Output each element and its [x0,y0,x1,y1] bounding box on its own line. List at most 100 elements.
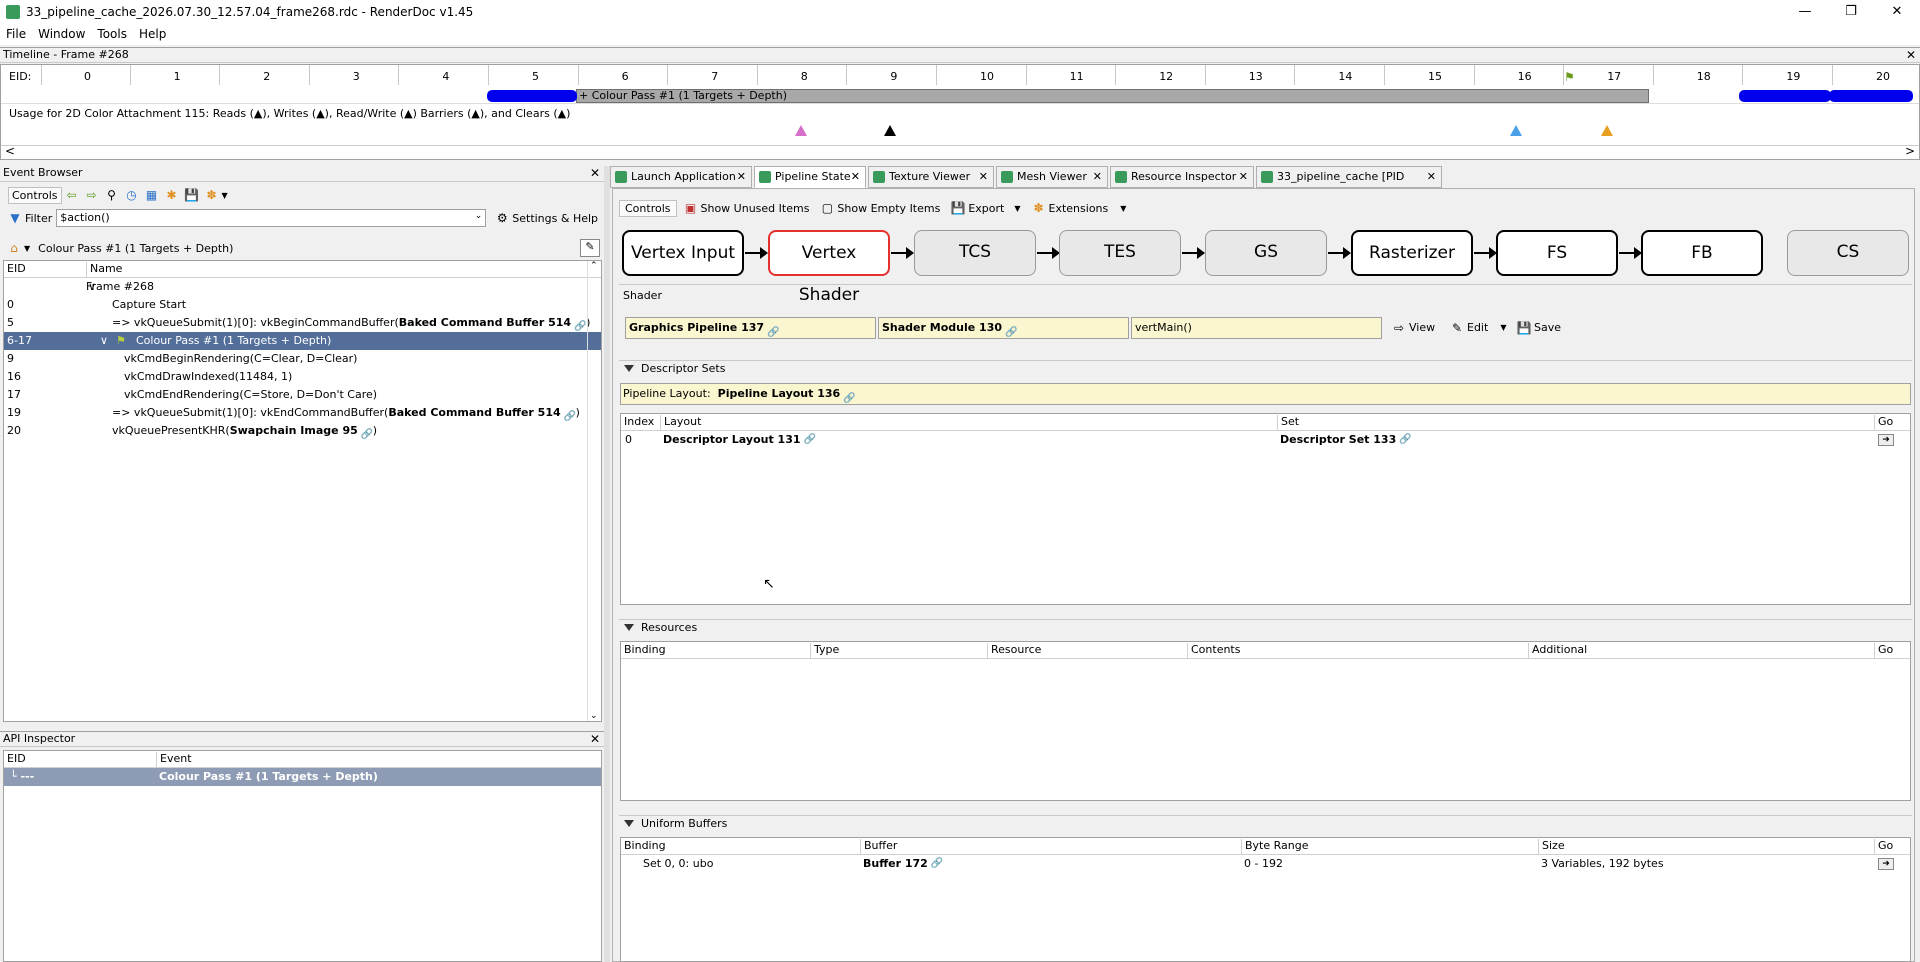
event-row[interactable]: ∨ Frame #268 [4,278,601,296]
statistics-icon[interactable]: ▦ [144,187,160,203]
breadcrumb-item[interactable]: Colour Pass #1 (1 Targets + Depth) [38,242,233,255]
close-icon[interactable]: ✕ [1239,167,1248,187]
event-row[interactable]: 20 vkQueuePresentKHR(Swapchain Image 95 🔗) [4,422,601,440]
tab-mesh-viewer[interactable]: Mesh Viewer ✕ [996,166,1108,188]
write-marker[interactable] [1510,125,1522,136]
show-empty-button[interactable]: Show Empty Items [837,202,940,215]
menu-help[interactable]: Help [133,27,172,41]
scroll-right-icon[interactable]: > [1905,144,1915,158]
resources-header[interactable]: Resources [619,619,1912,635]
pipeline-layout-field[interactable]: Pipeline Layout: Pipeline Layout 136 🔗 [620,383,1911,405]
controls-button[interactable]: Controls [8,186,62,204]
menu-tools[interactable]: Tools [91,27,133,41]
controls-button[interactable]: Controls [619,199,677,217]
event-row[interactable]: 5 => vkQueueSubmit(1)[0]: vkBeginCommandB… [4,314,601,332]
col-eid[interactable]: EID [4,752,26,767]
clear-marker[interactable] [884,125,896,136]
read-marker[interactable] [1601,125,1613,136]
stage-vertex-input[interactable]: Vertex Input [622,230,744,276]
view-button[interactable]: ⇨ View [1389,319,1435,337]
chevron-down-icon[interactable]: ▼ [1120,204,1126,213]
event-row[interactable]: 9 vkCmdBeginRendering(C=Clear, D=Clear) [4,350,601,368]
table-row[interactable]: 0 Descriptor Layout 131 🔗 Descriptor Set … [621,431,1910,449]
export-button[interactable]: Export [968,202,1004,215]
save-icon[interactable]: 💾 [184,187,200,203]
close-icon[interactable]: ✕ [979,167,988,187]
tab-pipeline-state[interactable]: Pipeline State ✕ [754,166,866,188]
descriptor-sets-table[interactable]: Index Layout Set Go 0 Descriptor Layout … [620,413,1911,605]
go-arrow-icon[interactable]: ➜ [1878,434,1894,446]
close-button[interactable]: ✕ [1874,0,1920,23]
edit-icon[interactable]: ✎ [580,239,600,257]
forward-arrow-icon[interactable]: ⇨ [84,187,100,203]
go-arrow-icon[interactable]: ➜ [1878,858,1894,870]
settings-help-button[interactable]: Settings & Help [512,212,598,225]
tab-launch-application[interactable]: Launch Application ✕ [610,166,752,188]
stage-fb[interactable]: FB [1641,230,1763,276]
col-eid[interactable]: EID [4,262,26,277]
event-row[interactable]: 16 vkCmdDrawIndexed(11484, 1) [4,368,601,386]
close-icon[interactable]: ✕ [851,167,860,187]
menu-window[interactable]: Window [32,27,91,41]
graphics-pipeline-field[interactable]: Graphics Pipeline 137 🔗 [625,317,876,339]
close-icon[interactable]: ✕ [590,732,600,746]
close-icon[interactable]: ✕ [1093,167,1102,187]
close-icon[interactable]: ✕ [590,166,600,180]
uniform-buffers-table[interactable]: Binding Buffer Byte Range Size Go Set 0,… [620,837,1911,962]
extensions-icon[interactable]: ✽ [204,187,220,203]
event-row[interactable]: 0 Capture Start [4,296,601,314]
stage-fs[interactable]: FS [1496,230,1618,276]
event-block[interactable] [487,90,577,102]
chevron-down-icon[interactable]: ▼ [1014,204,1020,213]
col-event[interactable]: Event [156,752,192,767]
event-row[interactable]: 17 vkCmdEndRendering(C=Store, D=Don't Car… [4,386,601,404]
timer-icon[interactable]: ◷ [124,187,140,203]
chevron-down-icon[interactable]: ▼ [222,191,228,200]
close-icon[interactable]: ✕ [1906,48,1916,62]
chevron-down-icon[interactable]: ▼ [24,244,30,253]
stage-gs[interactable]: GS [1205,230,1327,276]
stage-tes[interactable]: TES [1059,230,1181,276]
event-block[interactable] [1829,90,1913,102]
gear-icon[interactable]: ⚙ [494,210,510,226]
table-row[interactable]: └ --- Colour Pass #1 (1 Targets + Depth) [4,768,601,786]
table-row[interactable]: Set 0, 0: ubo Buffer 172 🔗 0 - 192 3 Vari… [621,855,1910,873]
event-tree-scrollbar[interactable]: ⌃ ⌄ [587,261,601,721]
menu-file[interactable]: File [0,27,32,41]
home-icon[interactable]: ⌂ [6,240,22,256]
save-button[interactable]: 💾 Save [1514,319,1562,337]
stage-vertex-shader[interactable]: Vertex Shader [768,230,890,305]
descriptor-sets-header[interactable]: Descriptor Sets [619,360,1912,376]
resources-table[interactable]: Binding Type Resource Contents Additiona… [620,641,1911,801]
event-row[interactable]: 19 => vkQueueSubmit(1)[0]: vkEndCommandBu… [4,404,601,422]
barrier-marker[interactable] [795,125,807,136]
tab-texture-viewer[interactable]: Texture Viewer ✕ [868,166,994,188]
chevron-down-icon[interactable]: ∨ [100,332,108,350]
shader-module-field[interactable]: Shader Module 130 🔗 [878,317,1129,339]
back-arrow-icon[interactable]: ⇦ [64,187,80,203]
api-inspector-table[interactable]: EID Event └ --- Colour Pass #1 (1 Target… [3,750,602,962]
close-icon[interactable]: ✕ [737,167,746,187]
stage-tcs[interactable]: TCS [914,230,1036,276]
scroll-left-icon[interactable]: < [5,144,15,158]
find-icon[interactable]: ⚲ [104,187,120,203]
stage-rasterizer[interactable]: Rasterizer [1351,230,1473,276]
show-unused-button[interactable]: Show Unused Items [701,202,810,215]
event-block[interactable] [1739,90,1831,102]
event-row[interactable]: 6-17 ∨ ⚑ Colour Pass #1 (1 Targets + Depth) [4,332,601,350]
restore-button[interactable]: ❐ [1828,0,1874,23]
entry-point-field[interactable]: vertMain() [1131,317,1382,339]
close-icon[interactable]: ✕ [1427,167,1436,187]
tab-resource-inspector[interactable]: Resource Inspector ✕ [1110,166,1254,188]
filter-input[interactable]: $action() ⌄ [56,209,487,227]
tab-capture-connection[interactable]: 33_pipeline_cache [PID 13960]✕ [1256,166,1442,203]
uniform-buffers-header[interactable]: Uniform Buffers [619,815,1912,831]
chevron-down-icon[interactable]: ⌄ [475,211,483,221]
splitter[interactable] [604,166,610,962]
edit-button[interactable]: ✎ Edit ▼ [1447,319,1507,337]
timeline-panel[interactable]: EID: 0 1 2 3 4 5 6 7 8 9 10 11 12 13 14 15 16 17 18 19 20 + … [0,64,1920,160]
minimize-button[interactable]: — [1782,0,1828,23]
col-name[interactable]: Name [86,262,122,277]
bookmark-icon[interactable]: ✱ [164,187,180,203]
stage-cs[interactable]: CS [1787,230,1909,276]
